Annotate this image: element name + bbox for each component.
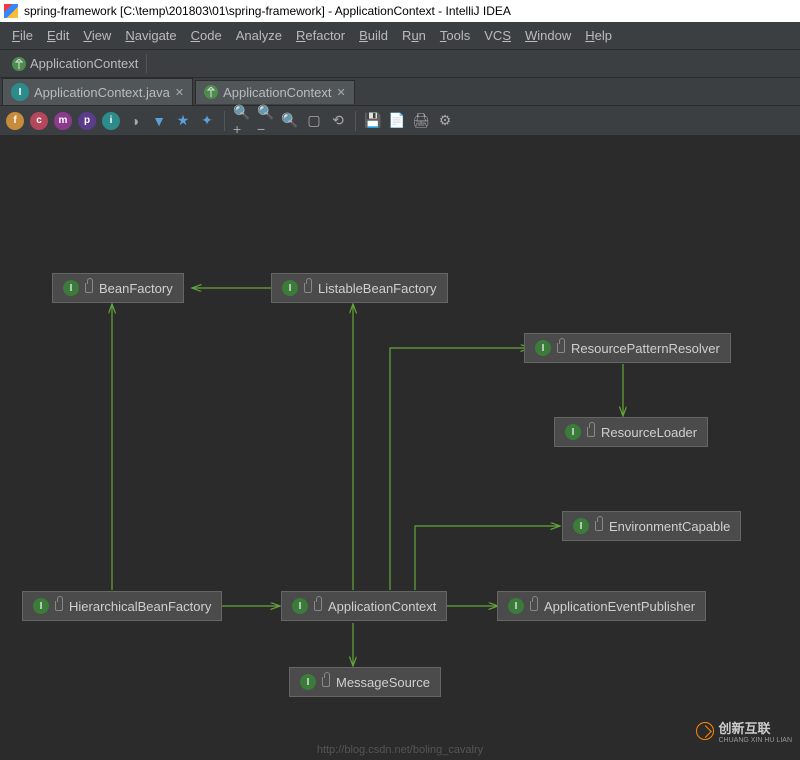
fit-content-button[interactable]: ▢ — [305, 112, 323, 130]
brand-text: 创新互联 — [718, 718, 792, 737]
class-icon — [12, 57, 26, 71]
node-listable-bean-factory[interactable]: I ListableBeanFactory — [271, 273, 448, 303]
methods-filter-button[interactable]: m — [54, 112, 72, 130]
export-button[interactable]: 📄 — [388, 112, 406, 130]
watermark-url: http://blog.csdn.net/boling_cavalry — [0, 744, 800, 756]
lock-icon — [322, 677, 330, 687]
tab-label: ApplicationContext — [223, 85, 331, 100]
node-label: ResourceLoader — [601, 425, 697, 440]
menu-vcs[interactable]: VCS — [478, 26, 517, 45]
menu-view[interactable]: View — [77, 26, 117, 45]
breadcrumb-label: ApplicationContext — [30, 56, 138, 71]
node-resource-pattern-resolver[interactable]: I ResourcePatternResolver — [524, 333, 731, 363]
menu-help[interactable]: Help — [579, 26, 618, 45]
lock-icon — [55, 601, 63, 611]
watermark-logo: 创新互联 CHUANG XIN HU LIAN — [696, 718, 792, 744]
menu-window[interactable]: Window — [519, 26, 577, 45]
menu-build[interactable]: Build — [353, 26, 394, 45]
scope-filter-button[interactable]: ▼ — [150, 112, 168, 130]
tab-application-context-diagram[interactable]: ApplicationContext ✕ — [195, 80, 355, 104]
constructors-filter-button[interactable]: c — [30, 112, 48, 130]
menu-file[interactable]: File — [6, 26, 39, 45]
node-label: ApplicationEventPublisher — [544, 599, 695, 614]
lock-icon — [530, 601, 538, 611]
collapse-nodes-button[interactable]: ✦ — [198, 112, 216, 130]
window-titlebar: spring-framework [C:\temp\201803\01\spri… — [0, 0, 800, 22]
zoom-actual-button[interactable]: 🔍 — [281, 112, 299, 130]
node-environment-capable[interactable]: I EnvironmentCapable — [562, 511, 741, 541]
expand-nodes-button[interactable]: ★ — [174, 112, 192, 130]
node-label: MessageSource — [336, 675, 430, 690]
interface-badge-icon: I — [573, 518, 589, 534]
interface-badge-icon: I — [33, 598, 49, 614]
tab-label: ApplicationContext.java — [34, 85, 170, 100]
interface-badge-icon: I — [508, 598, 524, 614]
node-label: BeanFactory — [99, 281, 173, 296]
brand-sub-text: CHUANG XIN HU LIAN — [718, 737, 792, 744]
lock-icon — [587, 427, 595, 437]
node-resource-loader[interactable]: I ResourceLoader — [554, 417, 708, 447]
inner-classes-filter-button[interactable]: i — [102, 112, 120, 130]
menu-tools[interactable]: Tools — [434, 26, 476, 45]
interface-icon: I — [11, 83, 29, 101]
interface-badge-icon: I — [300, 674, 316, 690]
visibility-level-button[interactable]: ◑ — [126, 112, 144, 130]
interface-badge-icon: I — [565, 424, 581, 440]
lock-icon — [85, 283, 93, 293]
properties-filter-button[interactable]: p — [78, 112, 96, 130]
toolbar-separator — [355, 111, 356, 131]
menu-run[interactable]: Run — [396, 26, 432, 45]
print-button[interactable]: 🖨 — [412, 112, 430, 130]
node-application-event-publisher[interactable]: I ApplicationEventPublisher — [497, 591, 706, 621]
class-icon — [204, 85, 218, 99]
close-icon[interactable]: ✕ — [336, 86, 345, 99]
interface-badge-icon: I — [282, 280, 298, 296]
fields-filter-button[interactable]: f — [6, 112, 24, 130]
node-application-context[interactable]: I ApplicationContext — [281, 591, 447, 621]
interface-badge-icon: I — [535, 340, 551, 356]
save-diagram-button[interactable]: 💾 — [364, 112, 382, 130]
lock-icon — [557, 343, 565, 353]
layout-button[interactable]: ⟲ — [329, 112, 347, 130]
window-title: spring-framework [C:\temp\201803\01\spri… — [24, 4, 511, 18]
node-label: ApplicationContext — [328, 599, 436, 614]
breadcrumb: ApplicationContext — [0, 50, 800, 78]
lock-icon — [314, 601, 322, 611]
node-bean-factory[interactable]: I BeanFactory — [52, 273, 184, 303]
node-label: HierarchicalBeanFactory — [69, 599, 211, 614]
main-menu: File Edit View Navigate Code Analyze Ref… — [0, 22, 800, 50]
menu-analyze[interactable]: Analyze — [230, 26, 288, 45]
node-hierarchical-bean-factory[interactable]: I HierarchicalBeanFactory — [22, 591, 222, 621]
close-icon[interactable]: ✕ — [175, 86, 184, 99]
menu-refactor[interactable]: Refactor — [290, 26, 351, 45]
menu-edit[interactable]: Edit — [41, 26, 75, 45]
menu-code[interactable]: Code — [185, 26, 228, 45]
brand-icon — [696, 722, 714, 740]
lock-icon — [595, 521, 603, 531]
editor-tabs: I ApplicationContext.java ✕ ApplicationC… — [0, 78, 800, 106]
intellij-logo-icon — [4, 4, 18, 18]
tab-application-context-java[interactable]: I ApplicationContext.java ✕ — [2, 78, 193, 105]
breadcrumb-item[interactable]: ApplicationContext — [8, 54, 147, 73]
zoom-in-button[interactable]: 🔍+ — [233, 112, 251, 130]
interface-badge-icon: I — [63, 280, 79, 296]
node-label: EnvironmentCapable — [609, 519, 730, 534]
menu-navigate[interactable]: Navigate — [119, 26, 182, 45]
lock-icon — [304, 283, 312, 293]
zoom-out-button[interactable]: 🔍− — [257, 112, 275, 130]
settings-button[interactable]: ⚙ — [436, 112, 454, 130]
node-message-source[interactable]: I MessageSource — [289, 667, 441, 697]
toolbar-separator — [224, 111, 225, 131]
node-label: ListableBeanFactory — [318, 281, 437, 296]
diagram-toolbar: f c m p i ◑ ▼ ★ ✦ 🔍+ 🔍− 🔍 ▢ ⟲ 💾 📄 🖨 ⚙ — [0, 106, 800, 136]
diagram-canvas[interactable]: I BeanFactory I ListableBeanFactory I Resou… — [0, 136, 800, 760]
interface-badge-icon: I — [292, 598, 308, 614]
node-label: ResourcePatternResolver — [571, 341, 720, 356]
